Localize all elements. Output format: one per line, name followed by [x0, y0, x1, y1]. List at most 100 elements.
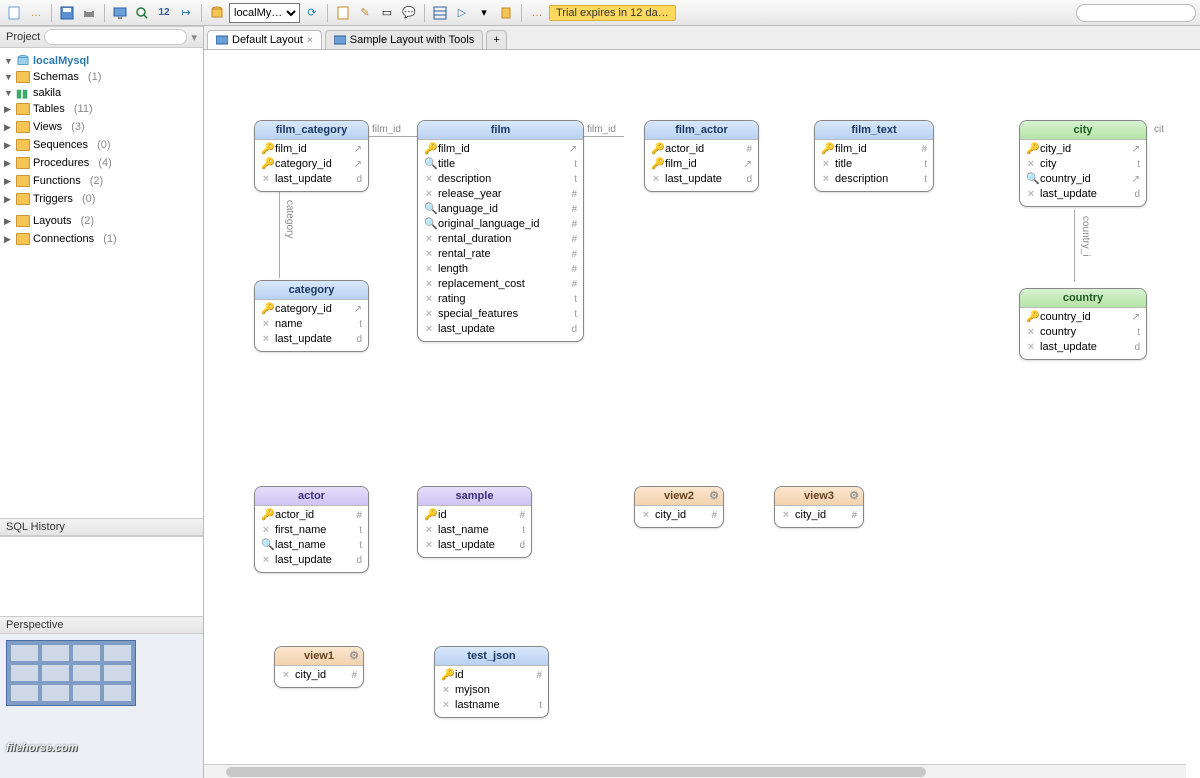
project-filter-input[interactable] — [44, 29, 187, 45]
horizontal-scrollbar[interactable] — [204, 764, 1186, 778]
entity-actor[interactable]: actor🔑actor_id#×first_namet🔍last_namet×l… — [254, 486, 369, 573]
console-icon[interactable]: ▭ — [377, 3, 397, 23]
tree-sakila[interactable]: ▼ ▮▮ sakila — [0, 86, 203, 100]
column-row[interactable]: ×special_featurest — [422, 307, 579, 322]
tool3-icon[interactable]: ▾ — [474, 3, 494, 23]
more-icon[interactable]: … — [527, 3, 547, 23]
db-icon[interactable] — [207, 3, 227, 23]
dropdown-icon[interactable]: … — [26, 3, 46, 23]
execute-icon[interactable]: ▷ — [452, 3, 472, 23]
script-icon[interactable] — [333, 3, 353, 23]
add-tab-button[interactable]: + — [486, 30, 506, 49]
twelve-icon[interactable]: 12 — [154, 3, 174, 23]
entity-film[interactable]: film🔑film_id↗🔍titlet×descriptiont×releas… — [417, 120, 584, 342]
column-row[interactable]: ×last_updated — [259, 332, 364, 347]
sql-history-header[interactable]: SQL History — [0, 518, 203, 536]
column-row[interactable]: 🔑country_id↗ — [1024, 310, 1142, 325]
column-row[interactable]: ×city_id# — [639, 508, 719, 523]
tree-item-sequences[interactable]: ▶ Sequences (0) — [0, 138, 203, 152]
tree-schemas[interactable]: ▼ Schemas (1) — [0, 70, 203, 84]
column-row[interactable]: 🔑category_id↗ — [259, 302, 364, 317]
column-row[interactable]: ×city_id# — [279, 668, 359, 683]
column-row[interactable]: ×first_namet — [259, 523, 364, 538]
tab-default-layout[interactable]: Default Layout × — [207, 30, 322, 49]
refresh-icon[interactable]: ⟳ — [302, 3, 322, 23]
column-row[interactable]: ×myjson — [439, 683, 544, 698]
new-icon[interactable] — [4, 3, 24, 23]
column-row[interactable]: ×last_updated — [422, 322, 579, 337]
entity-test_json[interactable]: test_json🔑id#×myjson×lastnamet — [434, 646, 549, 718]
column-row[interactable]: ×last_updated — [1024, 187, 1142, 202]
column-row[interactable]: 🔑city_id↗ — [1024, 142, 1142, 157]
column-row[interactable]: 🔑film_id# — [819, 142, 929, 157]
column-row[interactable]: ×cityt — [1024, 157, 1142, 172]
entity-view3[interactable]: view3⚙×city_id# — [774, 486, 864, 528]
tree-item-triggers[interactable]: ▶ Triggers (0) — [0, 192, 203, 206]
tab-sample-layout[interactable]: Sample Layout with Tools — [325, 30, 484, 49]
column-row[interactable]: ×ratingt — [422, 292, 579, 307]
diagram-canvas[interactable]: film_id film_id category country_i cit f… — [204, 50, 1200, 778]
column-row[interactable]: ×lastnamet — [439, 698, 544, 713]
column-row[interactable]: 🔍titlet — [422, 157, 579, 172]
entity-city[interactable]: city🔑city_id↗×cityt🔍country_id↗×last_upd… — [1019, 120, 1147, 207]
save-icon[interactable] — [57, 3, 77, 23]
column-row[interactable]: ×city_id# — [779, 508, 859, 523]
quick-search-input[interactable] — [1076, 4, 1196, 22]
zoom-icon[interactable] — [132, 3, 152, 23]
column-row[interactable]: ×titlet — [819, 157, 929, 172]
column-row[interactable]: 🔍country_id↗ — [1024, 172, 1142, 187]
column-row[interactable]: 🔑film_id↗ — [649, 157, 754, 172]
tree-item-procedures[interactable]: ▶ Procedures (4) — [0, 156, 203, 170]
column-row[interactable]: ×release_year# — [422, 187, 579, 202]
grid-icon[interactable] — [430, 3, 450, 23]
trial-badge[interactable]: Trial expires in 12 da… — [549, 5, 676, 21]
column-row[interactable]: ×countryt — [1024, 325, 1142, 340]
entity-sample[interactable]: sample🔑id#×last_namet×last_updated — [417, 486, 532, 558]
tree-root-localmysql[interactable]: ▼ localMysql — [0, 54, 203, 68]
connection-selector[interactable]: localMy… — [229, 3, 300, 23]
perspective-header[interactable]: Perspective — [0, 616, 203, 634]
entity-category[interactable]: category🔑category_id↗×namet×last_updated — [254, 280, 369, 352]
monitor-icon[interactable] — [110, 3, 130, 23]
column-row[interactable]: ×descriptiont — [422, 172, 579, 187]
column-row[interactable]: ×last_updated — [1024, 340, 1142, 355]
entity-film_actor[interactable]: film_actor🔑actor_id#🔑film_id↗×last_updat… — [644, 120, 759, 192]
column-row[interactable]: 🔍original_language_id# — [422, 217, 579, 232]
edit-icon[interactable]: ✎ — [355, 3, 375, 23]
entity-film_category[interactable]: film_category🔑film_id↗🔑category_id↗×last… — [254, 120, 369, 192]
column-row[interactable]: ×last_updated — [422, 538, 527, 553]
column-row[interactable]: ×length# — [422, 262, 579, 277]
column-row[interactable]: 🔍last_namet — [259, 538, 364, 553]
column-row[interactable]: 🔑id# — [439, 668, 544, 683]
print-icon[interactable] — [79, 3, 99, 23]
column-row[interactable]: ×last_namet — [422, 523, 527, 538]
tree-item-functions[interactable]: ▶ Functions (2) — [0, 174, 203, 188]
column-row[interactable]: 🔑category_id↗ — [259, 157, 364, 172]
column-row[interactable]: ×namet — [259, 317, 364, 332]
entity-film_text[interactable]: film_text🔑film_id#×titlet×descriptiont — [814, 120, 934, 192]
tree-connections[interactable]: ▶ Connections (1) — [0, 232, 203, 246]
column-row[interactable]: ×rental_duration# — [422, 232, 579, 247]
perspective-minimap[interactable] — [6, 640, 136, 706]
forward-icon[interactable]: ↦ — [176, 3, 196, 23]
entity-view1[interactable]: view1⚙×city_id# — [274, 646, 364, 688]
column-row[interactable]: 🔑film_id↗ — [259, 142, 364, 157]
entity-view2[interactable]: view2⚙×city_id# — [634, 486, 724, 528]
column-row[interactable]: 🔑actor_id# — [649, 142, 754, 157]
paste-icon[interactable] — [496, 3, 516, 23]
column-row[interactable]: 🔑film_id↗ — [422, 142, 579, 157]
column-row[interactable]: ×last_updated — [649, 172, 754, 187]
collapse-icon[interactable]: ▾ — [191, 31, 197, 44]
tree-layouts[interactable]: ▶ Layouts (2) — [0, 214, 203, 228]
column-row[interactable]: 🔑actor_id# — [259, 508, 364, 523]
column-row[interactable]: ×replacement_cost# — [422, 277, 579, 292]
comment-icon[interactable]: 💬 — [399, 3, 419, 23]
tree-item-views[interactable]: ▶ Views (3) — [0, 120, 203, 134]
column-row[interactable]: ×last_updated — [259, 553, 364, 568]
column-row[interactable]: ×descriptiont — [819, 172, 929, 187]
column-row[interactable]: 🔑id# — [422, 508, 527, 523]
column-row[interactable]: ×last_updated — [259, 172, 364, 187]
column-row[interactable]: ×rental_rate# — [422, 247, 579, 262]
entity-country[interactable]: country🔑country_id↗×countryt×last_update… — [1019, 288, 1147, 360]
close-icon[interactable]: × — [307, 35, 313, 46]
